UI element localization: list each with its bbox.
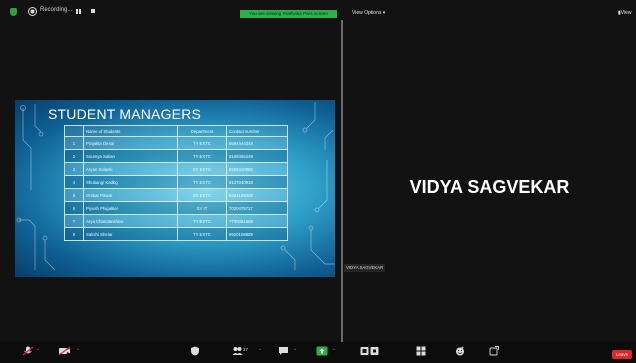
student-name: Arya Chandanshive bbox=[83, 214, 178, 228]
share-options-caret[interactable]: ^ bbox=[333, 347, 335, 352]
participant-name-tag: VIDYA SAGVEKAR bbox=[344, 264, 386, 272]
table-row: 6 Piyush Phigalkar SY IT 7020475727 bbox=[64, 201, 288, 215]
student-contact: 8324189306 bbox=[226, 188, 288, 202]
leave-meeting-button[interactable]: Leave bbox=[612, 350, 632, 359]
top-bar: Recording... You are viewing Prathvika P… bbox=[0, 0, 636, 24]
student-department: TY EXTC bbox=[177, 227, 227, 241]
column-header-contact: Contact number bbox=[226, 125, 288, 137]
student-name: Piyush Phigalkar bbox=[83, 201, 178, 215]
student-name: Shubangi Kadbg bbox=[83, 175, 178, 189]
table-row: 8 Sakshi Shelar TY EXTC 9920108889 bbox=[64, 227, 288, 241]
view-options-button[interactable]: View Options ▾ bbox=[352, 10, 385, 16]
student-name: Sakshi Shelar bbox=[83, 227, 178, 241]
student-department: SY EXTC bbox=[177, 188, 227, 202]
student-name: Omkar Pawar bbox=[83, 188, 178, 202]
column-header-name: Name of Students bbox=[83, 125, 178, 137]
participants-icon[interactable] bbox=[232, 346, 243, 356]
row-number: 5 bbox=[64, 188, 84, 202]
security-shield-icon[interactable] bbox=[10, 8, 17, 16]
table-row: 7 Arya Chandanshive TY EXTC 7700061689 bbox=[64, 214, 288, 228]
table-row: 1 Prajakta Desai TY EXTC 9594444348 bbox=[64, 136, 288, 150]
row-number: 4 bbox=[64, 175, 84, 189]
participants-options-caret[interactable]: ^ bbox=[259, 347, 261, 352]
row-number: 2 bbox=[64, 149, 84, 163]
security-icon[interactable] bbox=[190, 346, 200, 356]
shared-screen-slide: STUDENT MANAGERS Name of Students Depart… bbox=[15, 100, 335, 277]
student-contact: 9137040918 bbox=[226, 175, 288, 189]
microphone-muted-icon[interactable] bbox=[22, 346, 34, 356]
table-row: 2 Soumya Salian TY EXTC 8169355249 bbox=[64, 149, 288, 163]
row-number: 3 bbox=[64, 162, 84, 176]
student-department: TY EXTC bbox=[177, 175, 227, 189]
chat-icon[interactable] bbox=[278, 346, 289, 356]
student-name: Aryan Solanki bbox=[83, 162, 178, 176]
row-number: 8 bbox=[64, 227, 84, 241]
view-label: View bbox=[620, 10, 632, 16]
student-department: TY EXTC bbox=[177, 214, 227, 228]
screen-sharing-banner: You are viewing Prathvika Pai's screen bbox=[240, 10, 337, 18]
video-off-icon[interactable] bbox=[58, 346, 71, 356]
student-department: SY IT bbox=[177, 201, 227, 215]
column-header-number bbox=[64, 125, 84, 137]
table-header-row: Name of Students Department Contact numb… bbox=[64, 125, 288, 137]
recording-label: Recording... bbox=[40, 7, 73, 13]
slide-title: STUDENT MANAGERS bbox=[48, 106, 202, 122]
student-name: Prajakta Desai bbox=[83, 136, 178, 150]
table-row: 4 Shubangi Kadbg TY EXTC 9137040918 bbox=[64, 175, 288, 189]
student-contact: 8169355249 bbox=[226, 149, 288, 163]
table-row: 3 Aryan Solanki SY EXTC 8268410080 bbox=[64, 162, 288, 176]
student-contact: 7700061689 bbox=[226, 214, 288, 228]
recording-icon bbox=[28, 7, 37, 16]
participants-count: 27 bbox=[243, 347, 249, 352]
student-contact: 9594444348 bbox=[226, 136, 288, 150]
audio-options-caret[interactable]: ^ bbox=[37, 347, 39, 352]
record-icon[interactable] bbox=[360, 346, 380, 356]
apps-icon[interactable] bbox=[489, 346, 499, 356]
participant-display-name: VIDYA SAGVEKAR bbox=[409, 177, 570, 197]
table-row: 5 Omkar Pawar SY EXTC 8324189306 bbox=[64, 188, 288, 202]
video-options-caret[interactable]: ^ bbox=[77, 347, 79, 352]
student-managers-table: Name of Students Department Contact numb… bbox=[64, 125, 288, 241]
column-header-department: Department bbox=[177, 125, 227, 137]
chat-options-caret[interactable]: ^ bbox=[294, 347, 296, 352]
stop-recording-icon[interactable] bbox=[91, 9, 95, 13]
student-contact: 9920108889 bbox=[226, 227, 288, 241]
student-name: Soumya Salian bbox=[83, 149, 178, 163]
student-department: TY EXTC bbox=[177, 136, 227, 150]
row-number: 7 bbox=[64, 214, 84, 228]
student-contact: 8268410080 bbox=[226, 162, 288, 176]
student-department: TY EXTC bbox=[177, 149, 227, 163]
pause-recording-icon[interactable] bbox=[76, 9, 81, 14]
reactions-icon[interactable] bbox=[455, 346, 465, 356]
row-number: 1 bbox=[64, 136, 84, 150]
student-department: SY EXTC bbox=[177, 162, 227, 176]
breakout-rooms-icon[interactable] bbox=[416, 346, 426, 356]
student-contact: 7020475727 bbox=[226, 201, 288, 215]
row-number: 6 bbox=[64, 201, 84, 215]
view-button[interactable]: ▮View bbox=[618, 10, 632, 16]
share-screen-icon[interactable] bbox=[316, 346, 328, 356]
